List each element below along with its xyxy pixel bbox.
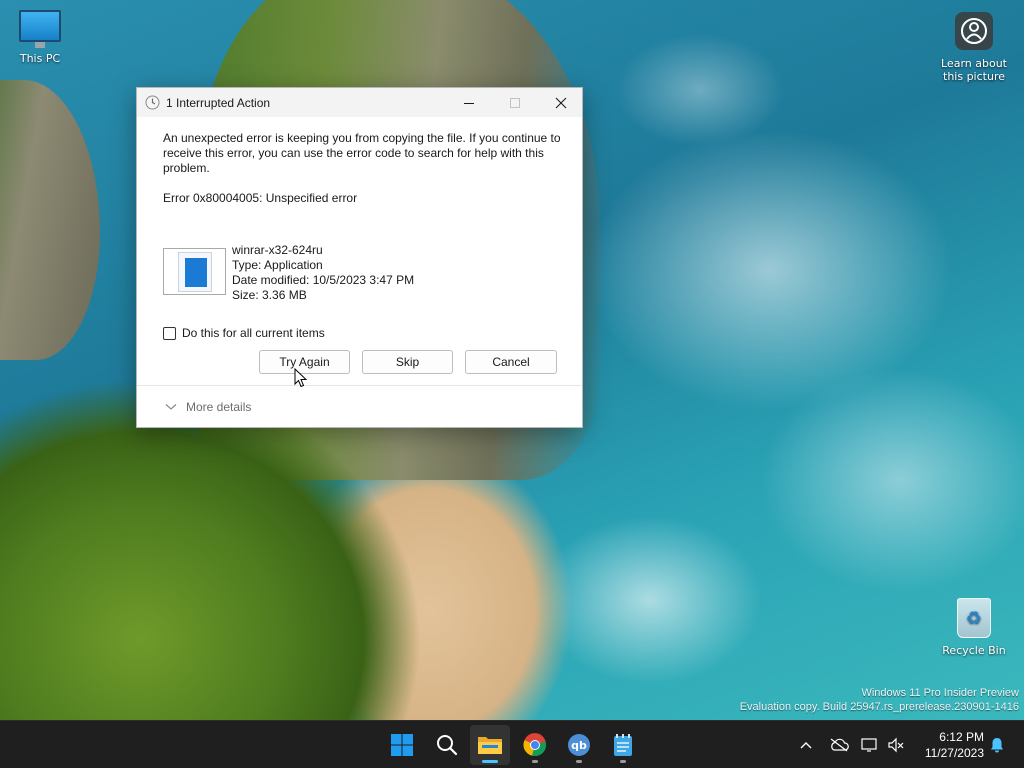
maximize-button bbox=[492, 88, 538, 117]
chrome-icon bbox=[523, 733, 547, 757]
recycle-bin-icon: ♻ bbox=[957, 598, 991, 638]
file-size: Size: 3.36 MB bbox=[232, 288, 307, 302]
running-app-indicator bbox=[576, 760, 582, 763]
taskbar-search-button[interactable] bbox=[427, 725, 467, 765]
desktop-icon-learn-about-picture[interactable]: Learn about this picture bbox=[934, 12, 1014, 83]
divider bbox=[137, 385, 582, 386]
taskbar-clock[interactable]: 6:12 PM 11/27/2023 bbox=[912, 729, 984, 761]
apply-to-all-checkbox[interactable] bbox=[163, 326, 176, 340]
chevron-up-icon bbox=[800, 742, 812, 749]
mouse-cursor-icon bbox=[294, 368, 308, 388]
clock-date: 11/27/2023 bbox=[924, 746, 984, 760]
interrupted-action-dialog: 1 Interrupted Action An unexpected error… bbox=[136, 87, 583, 428]
windows-logo-icon bbox=[391, 734, 413, 756]
volume-tray-button[interactable] bbox=[884, 721, 908, 768]
notifications-button[interactable] bbox=[986, 721, 1008, 768]
more-details-toggle[interactable]: More details bbox=[165, 400, 251, 414]
qbittorrent-icon: qb bbox=[568, 734, 590, 756]
show-hidden-icons-button[interactable] bbox=[794, 721, 818, 768]
desktop-icon-label: Learn about this picture bbox=[934, 57, 1014, 83]
spotlight-icon bbox=[955, 12, 993, 50]
minimize-icon bbox=[464, 102, 474, 104]
network-icon bbox=[861, 738, 877, 752]
cancel-button[interactable]: Cancel bbox=[465, 350, 557, 374]
taskbar-qbittorrent[interactable]: qb bbox=[559, 725, 599, 765]
network-tray-button[interactable] bbox=[858, 721, 882, 768]
close-icon bbox=[555, 97, 567, 108]
minimize-button[interactable] bbox=[446, 88, 492, 117]
evaluation-watermark: Windows 11 Pro Insider Preview Evaluatio… bbox=[740, 686, 1019, 714]
monitor-icon bbox=[19, 10, 61, 48]
active-app-indicator bbox=[482, 760, 498, 763]
desktop-icon-recycle-bin[interactable]: ♻ Recycle Bin bbox=[934, 598, 1014, 657]
close-button[interactable] bbox=[538, 88, 584, 117]
notepad-icon bbox=[614, 734, 632, 756]
taskbar: qb 6:12 PM 11/27/2023 bbox=[0, 720, 1024, 768]
error-message: An unexpected error is keeping you from … bbox=[163, 131, 561, 175]
dialog-title: 1 Interrupted Action bbox=[166, 96, 271, 110]
maximize-icon bbox=[510, 97, 520, 108]
desktop-icon-this-pc[interactable]: This PC bbox=[0, 10, 80, 65]
folder-icon bbox=[478, 737, 502, 754]
onedrive-tray-button[interactable] bbox=[826, 721, 852, 768]
search-icon bbox=[437, 735, 458, 756]
file-thumbnail bbox=[163, 248, 226, 295]
watermark-line1: Windows 11 Pro Insider Preview bbox=[861, 687, 1019, 699]
taskbar-start-button[interactable] bbox=[382, 725, 422, 765]
dialog-titlebar[interactable]: 1 Interrupted Action bbox=[137, 88, 582, 117]
more-details-label[interactable]: More details bbox=[186, 400, 251, 414]
skip-button[interactable]: Skip bbox=[362, 350, 453, 374]
learn-label-line1: Learn about bbox=[941, 57, 1007, 70]
svg-text:qb: qb bbox=[571, 739, 587, 752]
file-info: winrar-x32-624ru Type: Application Date … bbox=[232, 243, 414, 303]
error-code: Error 0x80004005: Unspecified error bbox=[163, 191, 358, 205]
learn-label-line2: this picture bbox=[943, 70, 1005, 83]
running-app-indicator bbox=[532, 760, 538, 763]
apply-to-all-label[interactable]: Do this for all current items bbox=[182, 326, 325, 340]
taskbar-file-explorer[interactable] bbox=[470, 725, 510, 765]
taskbar-notepad[interactable] bbox=[603, 725, 643, 765]
clock-time: 6:12 PM bbox=[939, 730, 984, 744]
taskbar-chrome[interactable] bbox=[515, 725, 555, 765]
file-name: winrar-x32-624ru bbox=[232, 243, 323, 257]
desktop-icon-label: This PC bbox=[19, 52, 61, 65]
clock-icon bbox=[145, 95, 160, 110]
watermark-line2: Evaluation copy. Build 25947.rs_prerelea… bbox=[739, 701, 1019, 713]
volume-muted-icon bbox=[888, 737, 904, 753]
cloud-offline-icon bbox=[830, 738, 849, 752]
application-file-icon bbox=[177, 251, 212, 292]
file-date-modified: Date modified: 10/5/2023 3:47 PM bbox=[232, 273, 415, 287]
running-app-indicator bbox=[620, 760, 626, 763]
chevron-down-icon bbox=[165, 404, 177, 410]
desktop-icon-label: Recycle Bin bbox=[942, 644, 1006, 657]
apply-to-all-option[interactable]: Do this for all current items bbox=[163, 326, 325, 340]
file-type: Type: Application bbox=[232, 258, 323, 272]
bell-icon bbox=[991, 738, 1003, 753]
